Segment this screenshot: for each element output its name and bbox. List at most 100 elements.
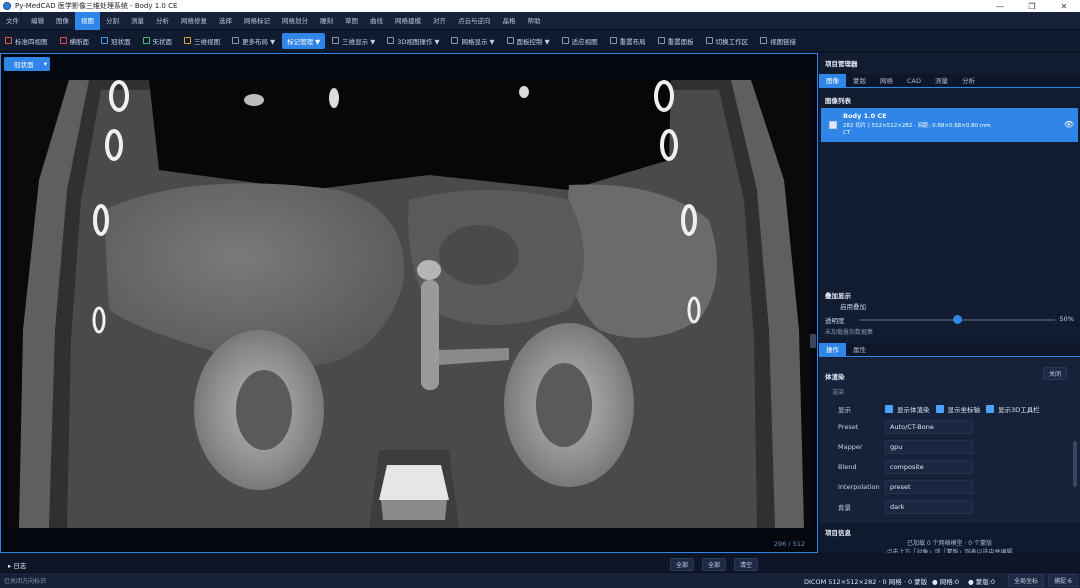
menu-item-1[interactable]: 编辑: [25, 12, 50, 30]
menu-item-10[interactable]: 网格划分: [276, 12, 314, 30]
toolbar-button-label: 适应视图: [571, 37, 598, 46]
toolbar-button-7[interactable]: 三维显示 ▼: [327, 33, 380, 49]
ops-tab-0[interactable]: 操作: [819, 343, 846, 356]
toolbar-button-1[interactable]: 横断面: [55, 33, 95, 49]
toolbar-button-10[interactable]: 面板控制 ▼: [502, 33, 555, 49]
menu-item-9[interactable]: 网格标记: [238, 12, 276, 30]
project-tab-5[interactable]: 分析: [955, 74, 982, 87]
snap-button[interactable]: 捕捉:6: [1048, 574, 1078, 587]
viewport-splitter-handle[interactable]: [810, 334, 816, 348]
coronal-icon: [101, 37, 108, 44]
view-select-dropdown[interactable]: 冠状面 ▾: [4, 57, 50, 71]
axial-icon: [59, 37, 67, 44]
opacity-value: 50%: [1059, 315, 1074, 323]
toolbar-button-label: 3D视图操作 ▼: [397, 37, 440, 46]
toolbar-button-label: 面板控制 ▼: [516, 37, 550, 46]
log-filter-level[interactable]: 全部: [670, 558, 695, 571]
image-modality: CT: [843, 130, 851, 136]
property-value-field[interactable]: dark: [885, 500, 973, 514]
status-mesh-count: ● 网格:0: [932, 577, 960, 586]
property-value-field[interactable]: preset: [885, 480, 973, 494]
log-filter-source[interactable]: 全部: [702, 558, 727, 571]
reset-panel-icon: [657, 37, 665, 44]
menu-item-15[interactable]: 对齐: [427, 12, 452, 30]
menu-item-12[interactable]: 草图: [339, 12, 364, 30]
view-toolbar: 标准四视图 横断面 冠状面 矢状面 三维视图 更多布局 ▼ 标记管理 ▼ 三维显示 ▼ 3D视图…: [0, 30, 1080, 52]
menu-item-14[interactable]: 网格建模: [389, 12, 427, 30]
menu-item-4[interactable]: 分割: [100, 12, 125, 30]
log-clear-button[interactable]: 清空: [734, 558, 759, 571]
menu-item-18[interactable]: 帮助: [522, 12, 547, 30]
menu-item-2[interactable]: 图像: [50, 12, 75, 30]
workspace-icon: [705, 37, 713, 44]
toolbar-button-label: 重置面板: [667, 37, 694, 46]
toolbar-button-6[interactable]: 标记管理 ▼: [282, 32, 326, 49]
menu-item-7[interactable]: 网格修复: [175, 12, 213, 30]
property-value-field[interactable]: composite: [885, 460, 973, 474]
property-row: 背景 dark: [819, 499, 1069, 515]
menu-item-6[interactable]: 分析: [150, 12, 175, 30]
menu-item-17[interactable]: 晶格: [497, 12, 522, 30]
coronal-viewport[interactable]: 冠状面 ▾ 296 / 512: [0, 53, 818, 553]
toolbar-button-12[interactable]: 重置布局: [605, 33, 651, 49]
overlay-enable-checkbox[interactable]: 启用叠加: [840, 301, 866, 311]
layout-icon: [232, 37, 239, 44]
menu-item-13[interactable]: 曲线: [364, 12, 389, 30]
toolbar-button-label: 冠状面: [111, 37, 131, 46]
project-tab-4[interactable]: 测量: [928, 74, 955, 87]
eye-icon[interactable]: 👁: [1064, 120, 1074, 129]
check-icon: [935, 405, 944, 413]
property-value-field[interactable]: Auto/CT-Bone: [885, 420, 973, 434]
status-bar: 已关闭方向标识 DICOM 512×512×282 · 0 网格 · 0 蒙版 …: [0, 572, 1080, 588]
cube-icon: [184, 37, 191, 44]
global-coords-button[interactable]: 全局坐标: [1008, 574, 1045, 587]
toolbar-button-4[interactable]: 三维视图: [179, 33, 225, 49]
toolbar-button-2[interactable]: 冠状面: [96, 33, 136, 49]
toolbar-button-label: 矢状面: [152, 37, 173, 46]
ct-coronal-image[interactable]: [9, 80, 811, 528]
log-bar: ▸ 日志 全部 全部 清空: [0, 558, 818, 571]
status-dicom-info: DICOM 512×512×282 · 0 网格 · 0 蒙版: [804, 577, 928, 586]
project-tab-0[interactable]: 图像: [819, 74, 846, 87]
menu-item-8[interactable]: 选择: [213, 12, 238, 30]
project-tab-1[interactable]: 蒙版: [846, 74, 873, 87]
image-visibility-checkbox[interactable]: [829, 121, 837, 129]
toolbar-button-9[interactable]: 网格显示 ▼: [446, 33, 499, 49]
right-panel: 项目管理器 图像 蒙版 网格 CAD 测量 分析 图像列表 Body 1.0 CE 282…: [819, 53, 1080, 556]
toolbar-button-11[interactable]: 适应视图: [557, 33, 603, 49]
property-row: Blend composite: [819, 459, 1069, 475]
toolbar-button-8[interactable]: 3D视图操作 ▼: [382, 33, 444, 49]
properties-scrollbar[interactable]: [1073, 441, 1077, 487]
project-tab-3[interactable]: CAD: [900, 74, 928, 87]
close-window-button[interactable]: ✕: [1048, 0, 1080, 12]
property-value-field[interactable]: gpu: [885, 440, 973, 454]
status-message: 已关闭方向标识: [4, 578, 47, 585]
menu-item-11[interactable]: 雕刻: [314, 12, 339, 30]
menu-bar: 文件 编辑 图像 视图 分割 测量 分析 网格修复 选择 网格标记 网格划分 雕刻 草图 曲线 网格建模 对齐…: [0, 11, 1080, 30]
image-list-item[interactable]: Body 1.0 CE 282 切片 | 512×512×282 · 间距: 0…: [821, 108, 1078, 142]
log-toggle[interactable]: ▸ 日志: [0, 560, 670, 570]
show-axes-checkbox[interactable]: 显示坐标轴: [935, 404, 980, 414]
toolbar-button-label: 标记管理 ▼: [287, 37, 321, 46]
show-3d-toolbar-checkbox[interactable]: 显示3D工具栏: [986, 404, 1040, 414]
fit-icon: [561, 37, 569, 44]
menu-item-16[interactable]: 点云与逆向: [452, 12, 497, 30]
minimize-button[interactable]: —: [984, 0, 1016, 12]
menu-item-3[interactable]: 视图: [75, 11, 100, 30]
toolbar-button-15[interactable]: 视图链接: [755, 33, 801, 49]
menu-item-0[interactable]: 文件: [0, 12, 25, 30]
menu-item-5[interactable]: 测量: [125, 12, 150, 30]
toolbar-button-3[interactable]: 矢状面: [138, 33, 178, 49]
close-panel-button[interactable]: 关闭: [1043, 367, 1068, 380]
panel-icon: [506, 37, 514, 44]
toolbar-button-13[interactable]: 重置面板: [653, 33, 699, 49]
toolbar-button-5[interactable]: 更多布局 ▼: [227, 33, 280, 49]
volume-render-title: 体渲染: [825, 373, 845, 381]
project-tab-2[interactable]: 网格: [873, 74, 900, 87]
toolbar-button-0[interactable]: 标准四视图: [0, 33, 53, 49]
toolbar-button-14[interactable]: 切换工作区: [701, 33, 754, 49]
opacity-slider-knob[interactable]: [953, 315, 962, 324]
ops-tab-1[interactable]: 属性: [846, 343, 873, 356]
maximize-button[interactable]: ❐: [1016, 0, 1048, 12]
show-volume-checkbox[interactable]: 显示体渲染: [885, 404, 930, 414]
